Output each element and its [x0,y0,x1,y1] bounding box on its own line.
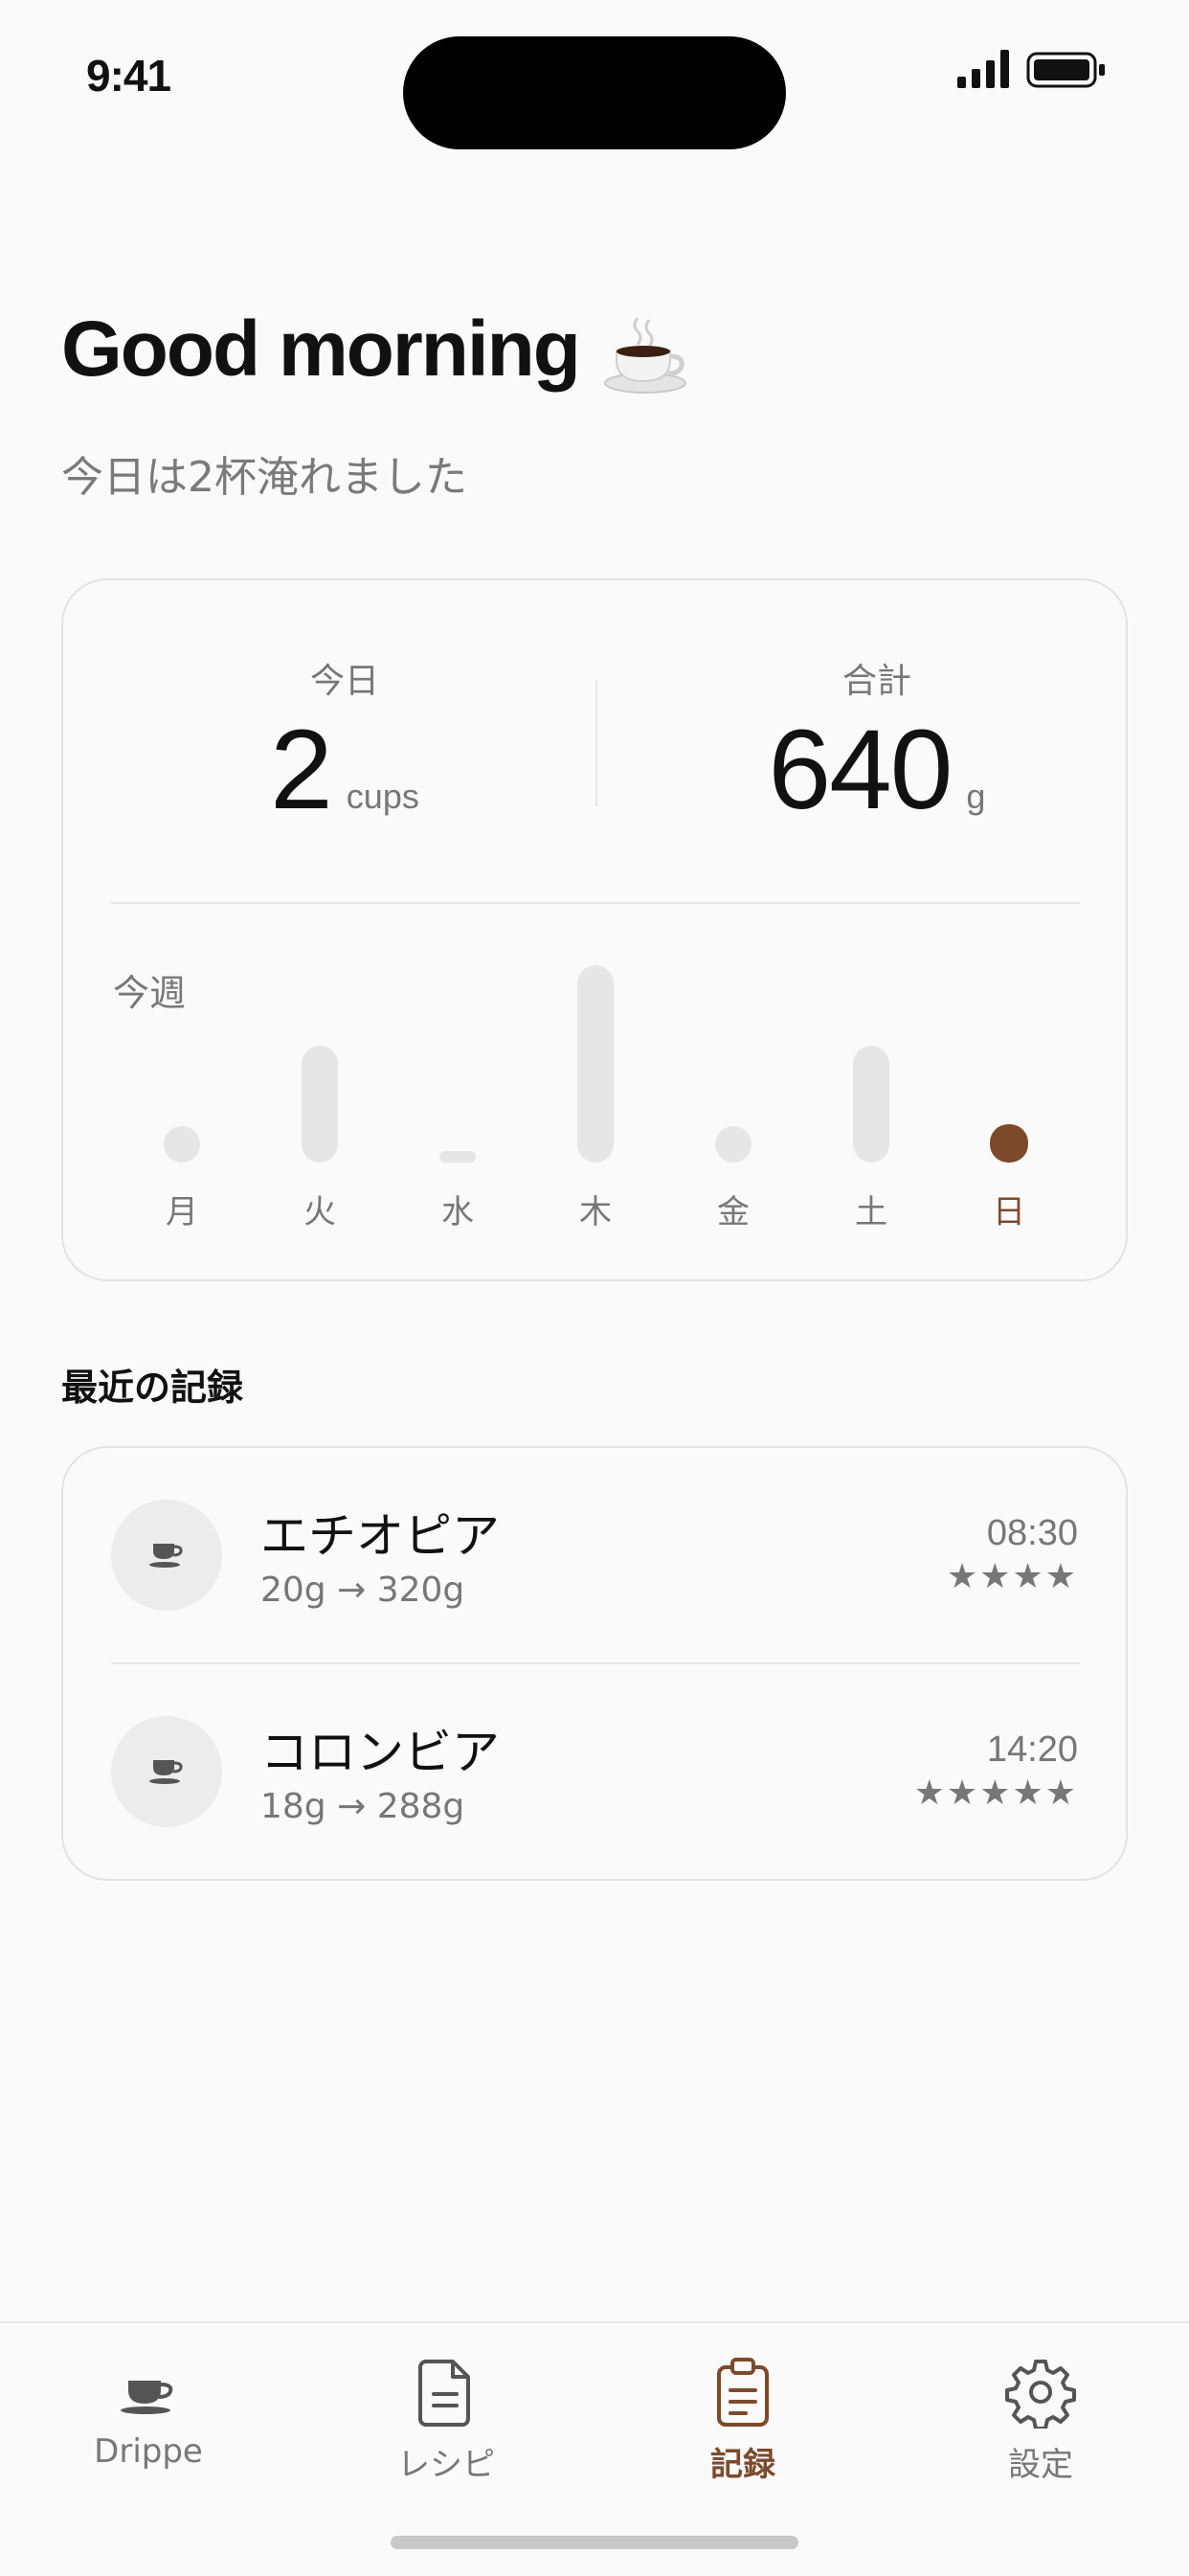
dynamic-island [403,36,786,149]
record-row[interactable]: コロンビア 18g → 288g 14:20 ★★★★★ [63,1664,1126,1881]
record-time: 08:30 [986,1513,1078,1553]
tab-settings[interactable]: 設定 [926,2356,1155,2485]
week-bar-1 [302,1046,338,1163]
record-name: エチオピア [260,1508,500,1564]
tab-label: レシピ [397,2446,495,2484]
record-detail: 20g → 320g [260,1570,465,1610]
today-cups-number: 2 [270,707,333,833]
record-time: 14:20 [986,1729,1078,1770]
week-day-label: 水 [441,1193,474,1232]
today-label: 今日 [309,662,379,701]
week-day-label: 月 [166,1193,198,1232]
week-day-label: 日 [993,1193,1025,1232]
recent-section-title: 最近の記録 [61,1367,244,1409]
week-bar-2 [439,1151,476,1163]
record-row[interactable]: エチオピア 20g → 320g 08:30 ★★★★ [63,1448,1126,1664]
tab-records[interactable]: 記録 [628,2356,858,2485]
tab-recipe[interactable]: レシピ [331,2356,561,2485]
record-rating-stars: ★★★★ [946,1557,1078,1596]
tab-label: 記録 [710,2446,775,2484]
week-day-label: 木 [579,1193,612,1232]
week-day-label: 土 [855,1193,887,1232]
record-cup-icon [111,1500,222,1611]
tab-label: Drippe [94,2432,203,2471]
tab-drippe[interactable]: Drippe [34,2356,263,2471]
week-bar-3 [577,965,614,1163]
week-bar-5 [853,1046,889,1163]
total-value: 640 g [618,705,1135,835]
week-title: 今週 [113,972,187,1014]
total-grams-number: 640 [768,707,953,833]
clipboard-icon [717,2358,769,2427]
week-day-label: 火 [303,1193,336,1232]
record-cup-icon [111,1716,222,1827]
cellular-signal-icon [957,50,1009,88]
coffee-cup-icon [121,2381,173,2414]
total-grams-unit: g [966,777,986,816]
week-bar-4 [715,1126,752,1163]
recent-records-card: エチオピア 20g → 320g 08:30 ★★★★ コロンビア 18g → … [61,1446,1128,1881]
today-cups-unit: cups [346,777,419,816]
coffee-cup-icon [604,317,686,394]
record-name: コロンビア [260,1725,500,1780]
record-detail: 18g → 288g [260,1787,465,1826]
home-indicator [391,2536,798,2549]
greeting-title: Good morning [61,305,581,393]
stats-divider [595,680,597,806]
record-rating-stars: ★★★★★ [913,1774,1078,1813]
week-bar-6 [990,1124,1028,1163]
stats-separator [111,902,1080,904]
today-value: 2 cups [86,705,603,835]
battery-icon [1026,52,1105,88]
week-day-label: 金 [717,1193,750,1232]
document-icon [418,2360,470,2427]
week-bar-0 [164,1126,200,1163]
gear-icon [1005,2360,1076,2429]
status-time: 9:41 [86,51,171,101]
tab-label: 設定 [1008,2446,1073,2484]
stats-card: 今日 2 cups 合計 640 g 今週 月 火 水 木 金 土 日 [61,578,1128,1281]
greeting-subtitle: 今日は2杯淹れました [61,453,467,502]
total-label: 合計 [841,662,911,701]
